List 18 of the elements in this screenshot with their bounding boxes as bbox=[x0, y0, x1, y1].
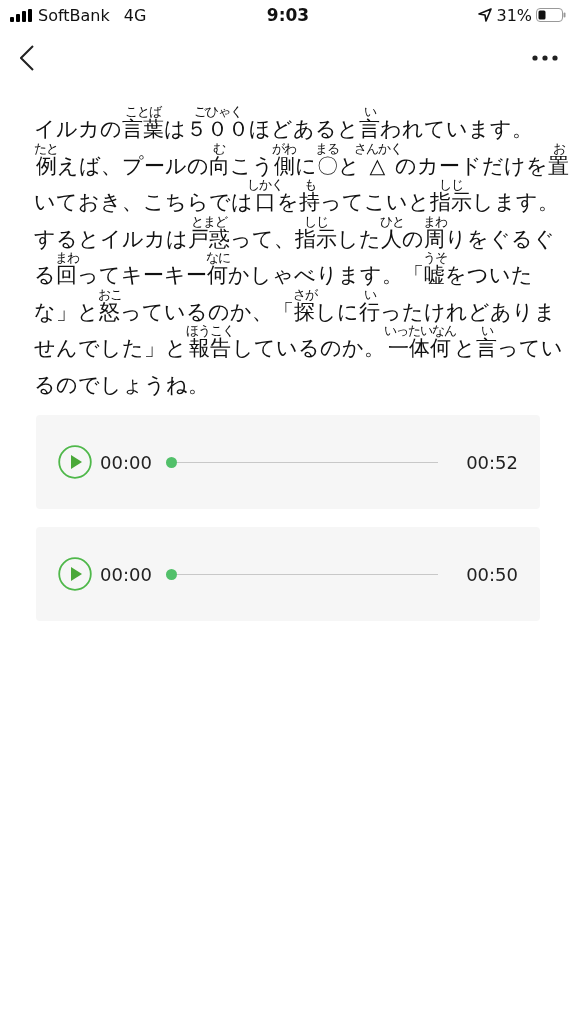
battery-percentage: 31% bbox=[496, 5, 532, 25]
clock-time: 9:03 bbox=[266, 5, 310, 25]
carrier-name: SoftBank bbox=[38, 5, 110, 25]
play-button[interactable] bbox=[58, 557, 92, 591]
play-button[interactable] bbox=[58, 445, 92, 479]
network-type: 4G bbox=[123, 5, 147, 25]
slider-thumb[interactable] bbox=[165, 568, 177, 580]
location-arrow-icon bbox=[478, 8, 493, 22]
total-duration: 00:50 bbox=[466, 563, 518, 585]
article-paragraph: イルカの言葉 ことば は ５００ ごひゃく ほどあると 言 い われています。 例 たと えば、プールの向 む こう 側 がわ に〇 まる と△ さんかく のカードだけを置 お いておき、こちらでは 口 しかく を持 も ってこいと 指示 しじ します。 するとイルカは戸惑 とまど って、指示 しじ した人 ひと の周 まわ りをぐるぐ る 回 まわ ってキーキー何 なに かしゃべります。「嘘 うそ をついた な」と 怒 おこ っているのか、「探 さが しに行 い ったけれどありま せんでした」と 報告 ほうこく しているのか。一体何 いったいなん と 言 い ってい るのでしょうね。 bbox=[34, 106, 571, 399]
current-time: 00:00 bbox=[100, 563, 152, 585]
slider-thumb[interactable] bbox=[165, 456, 177, 468]
battery-icon bbox=[536, 8, 566, 22]
more-button[interactable] bbox=[532, 55, 558, 61]
total-duration: 00:52 bbox=[466, 451, 518, 473]
signal-icon bbox=[10, 8, 32, 22]
current-time: 00:00 bbox=[100, 451, 152, 473]
back-button[interactable] bbox=[20, 45, 34, 71]
